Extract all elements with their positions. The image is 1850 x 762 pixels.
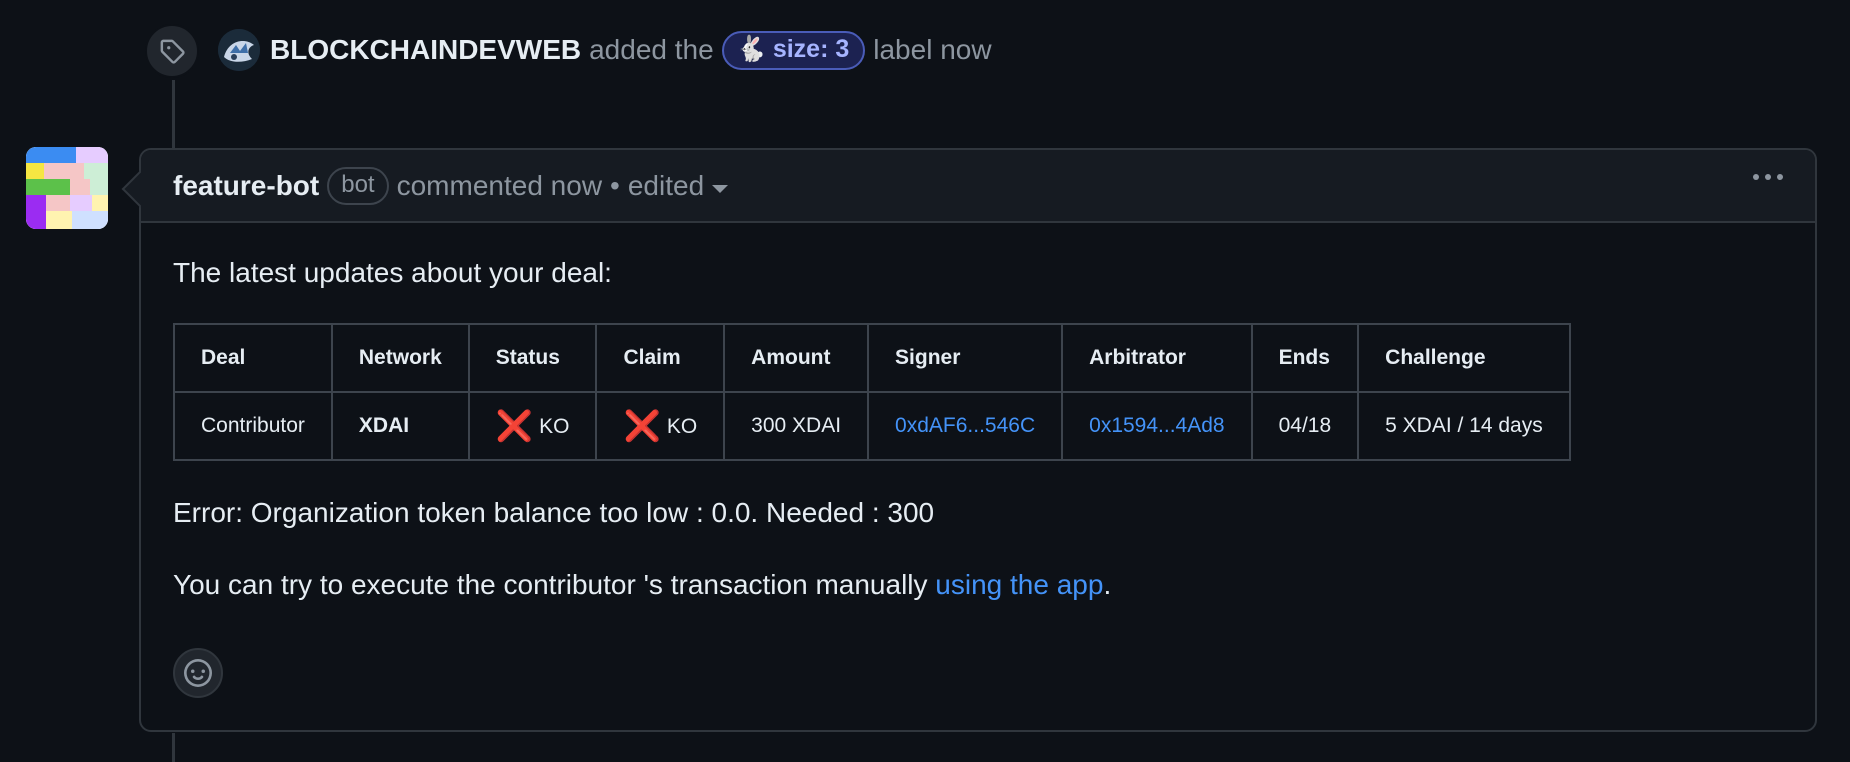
manual-instructions: You can try to execute the contributor '… — [173, 569, 1783, 601]
header-ends: Ends — [1250, 323, 1360, 393]
header-claim: Claim — [595, 323, 726, 393]
header-arbitrator: Arbitrator — [1061, 323, 1253, 393]
table-header-row: Deal Network Status Claim Amount Signer … — [173, 323, 1571, 393]
avatar[interactable] — [218, 29, 260, 71]
cell-signer: 0xdAF6...546C — [867, 391, 1064, 461]
tag-icon — [145, 24, 199, 78]
deal-table: Deal Network Status Claim Amount Signer … — [173, 323, 1571, 461]
timeline-line — [172, 733, 175, 762]
bot-avatar[interactable] — [26, 147, 108, 229]
bot-badge: bot — [327, 166, 389, 205]
edited-menu[interactable]: edited — [627, 169, 729, 202]
arbitrator-link[interactable]: 0x1594...4Ad8 — [1089, 414, 1224, 437]
actor-link[interactable]: BLOCKCHAINDEVWEB — [270, 34, 581, 66]
smiley-icon[interactable] — [173, 648, 223, 698]
cell-claim: ❌ KO — [595, 391, 726, 461]
signer-link[interactable]: 0xdAF6...546C — [895, 414, 1035, 437]
comment-body: The latest updates about your deal: Deal… — [141, 223, 1815, 601]
event-text: added the — [589, 34, 714, 65]
table-row: Contributor XDAI ❌ KO ❌ KO 300 XDAI 0xdAF6… — [173, 391, 1571, 461]
author-link[interactable]: feature-bot — [173, 170, 319, 202]
cell-status: ❌ KO — [467, 391, 598, 461]
header-network: Network — [330, 323, 470, 393]
header-deal: Deal — [173, 323, 333, 393]
cell-challenge: 5 XDAI / 14 days — [1357, 391, 1571, 461]
timeline-line — [172, 80, 175, 150]
edited-label: edited — [627, 169, 705, 201]
intro-text: The latest updates about your deal: — [173, 257, 612, 288]
cell-network: XDAI — [330, 391, 470, 461]
caret-down-icon — [712, 184, 729, 193]
comment-header: feature-bot bot commented now • edited — [141, 150, 1815, 223]
comment-meta[interactable]: commented now — [397, 170, 602, 202]
cell-amount: 300 XDAI — [723, 391, 870, 461]
error-message: Error: Organization token balance too lo… — [173, 497, 935, 528]
rabbit-icon: 🐇 — [735, 34, 767, 63]
size-label[interactable]: 🐇 size: 3 — [721, 30, 866, 70]
manual-end: . — [1103, 569, 1112, 600]
cross-icon: ❌ — [495, 409, 534, 443]
separator: • — [610, 169, 620, 201]
app-link[interactable]: using the app — [935, 569, 1103, 600]
manual-text: You can try to execute the contributor '… — [173, 569, 928, 600]
comment: feature-bot bot commented now • edited T… — [139, 148, 1817, 732]
claim-value: KO — [666, 414, 698, 438]
label-event: BLOCKCHAINDEVWEB added the 🐇 size: 3 lab… — [218, 28, 992, 72]
cell-deal: Contributor — [173, 391, 333, 461]
event-text-after[interactable]: label now — [873, 34, 991, 66]
label-text: size: 3 — [772, 34, 850, 63]
header-signer: Signer — [867, 323, 1064, 393]
cell-arbitrator: 0x1594...4Ad8 — [1061, 391, 1253, 461]
header-status: Status — [467, 323, 598, 393]
network-value: XDAI — [358, 414, 410, 437]
cell-ends: 04/18 — [1250, 391, 1360, 461]
header-amount: Amount — [723, 323, 870, 393]
kebab-menu-icon[interactable] — [1753, 174, 1783, 180]
header-challenge: Challenge — [1357, 323, 1571, 393]
cross-icon: ❌ — [623, 409, 661, 443]
status-value: KO — [539, 414, 570, 438]
